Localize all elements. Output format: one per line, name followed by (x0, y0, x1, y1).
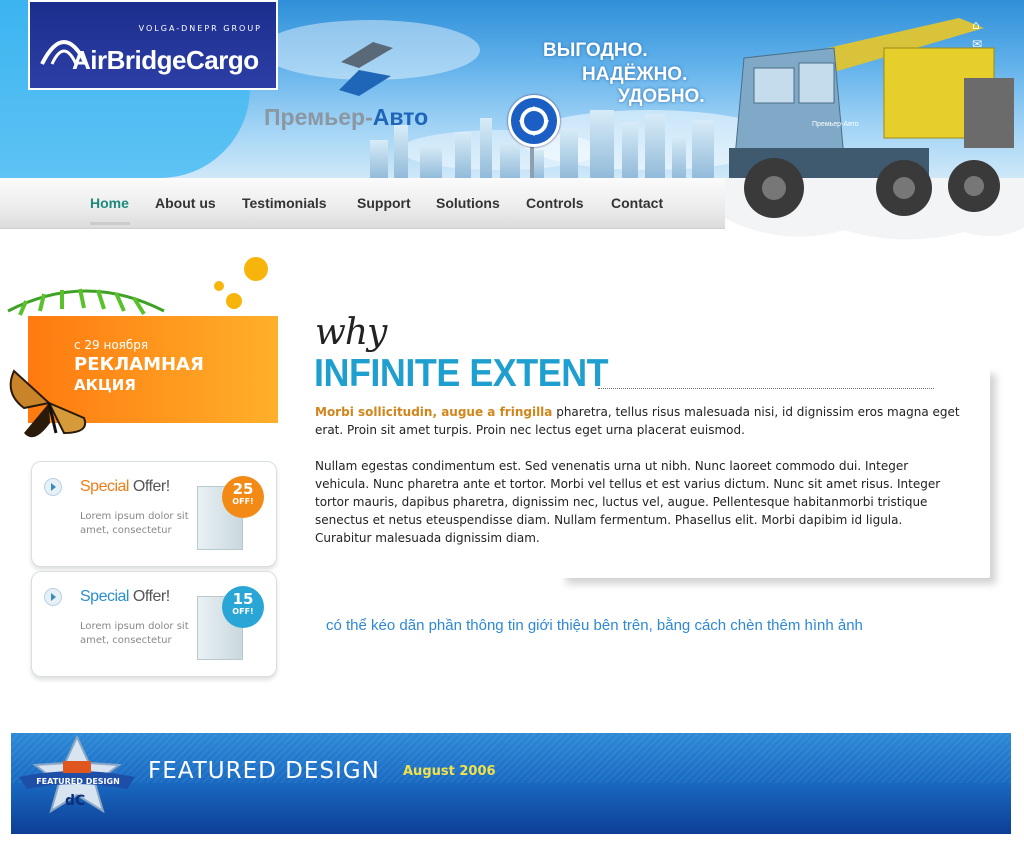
premier-logo-part2: Авто (372, 104, 429, 130)
intro-lead: Morbi sollicitudin, augue a fringilla (315, 405, 553, 419)
airbridgecargo-logo[interactable]: VOLGA-DNEPR GROUP AirBridgeCargo (28, 0, 278, 90)
site-header: VOLGA-DNEPR GROUP AirBridgeCargo Премьер… (0, 0, 1024, 245)
featured-design-banner[interactable]: FEATURED DESIGN dC FEATURED DESIGN Augus… (11, 733, 1011, 834)
intro-paragraph: Morbi sollicitudin, augue a fringilla ph… (315, 403, 960, 439)
mail-icon[interactable]: ✉ (972, 38, 986, 50)
slogan-1: ВЫГОДНО. (543, 40, 648, 61)
featured-title: FEATURED DESIGN (148, 758, 380, 784)
special-offer-card-1[interactable]: Special Offer! Lorem ipsum dolor sit ame… (31, 461, 277, 567)
premier-logo-part1: Премьер- (264, 104, 373, 130)
badge-label: FEATURED DESIGN (36, 777, 120, 786)
discount-badge: 25 OFF! (222, 476, 264, 518)
nav-home[interactable]: Home (90, 195, 129, 211)
premier-auto-symbol-icon (339, 42, 393, 96)
nav-solutions[interactable]: Solutions (436, 195, 500, 211)
section-kicker: why (315, 312, 387, 353)
section-headline: INFINITE EXTENT (314, 352, 609, 395)
nav-testimonials[interactable]: Testimonials (242, 195, 327, 211)
main-navigation: Home About us Testimonials Support Solut… (0, 178, 725, 229)
logo-group-text: VOLGA-DNEPR GROUP (138, 24, 262, 33)
special-offer-card-2[interactable]: Special Offer! Lorem ipsum dolor sit ame… (31, 571, 277, 677)
nav-controls[interactable]: Controls (526, 195, 584, 211)
truck-image: Премьер-Авто (724, 18, 1024, 245)
offer-title: Special Offer! (80, 478, 170, 495)
body-paragraph: Nullam egestas condimentum est. Sed vene… (315, 459, 941, 545)
promo-date: с 29 ноября (74, 338, 149, 352)
arrow-bullet-icon (44, 588, 62, 606)
palm-leaf-icon (7, 288, 165, 316)
editor-note: có thể kéo dãn phần thông tin giới thiệu… (326, 617, 863, 634)
truck-label: Премьер-Авто (812, 121, 859, 128)
butterfly-icon (9, 369, 86, 438)
nav-active-indicator (90, 222, 130, 225)
dotted-divider (598, 388, 934, 389)
home-icon[interactable]: ⌂ (972, 19, 986, 31)
offer-title: Special Offer! (80, 588, 170, 605)
featured-date: August 2006 (403, 764, 496, 779)
slogan-3: УДОБНО. (618, 86, 705, 107)
offer-desc: Lorem ipsum dolor sit amet, consectetur (80, 511, 189, 536)
premier-auto-logo[interactable]: Премьер-Авто (264, 104, 428, 131)
top-utility-icons: ⌂✉ (972, 14, 1024, 52)
badge-mark: dC (65, 793, 86, 809)
promo-banner[interactable]: с 29 ноября РЕКЛАМНАЯ АКЦИЯ (0, 253, 285, 453)
nav-contact[interactable]: Contact (611, 195, 663, 211)
nav-about-us[interactable]: About us (155, 195, 216, 211)
roundabout-sign-icon (508, 95, 560, 147)
discount-badge: 15 OFF! (222, 586, 264, 628)
arrow-bullet-icon (44, 478, 62, 496)
nav-support[interactable]: Support (357, 195, 411, 211)
offer-desc: Lorem ipsum dolor sit amet, consectetur (80, 621, 189, 646)
logo-name: AirBridgeCargo (72, 45, 259, 75)
slogan-2: НАДЁЖНО. (582, 64, 688, 85)
